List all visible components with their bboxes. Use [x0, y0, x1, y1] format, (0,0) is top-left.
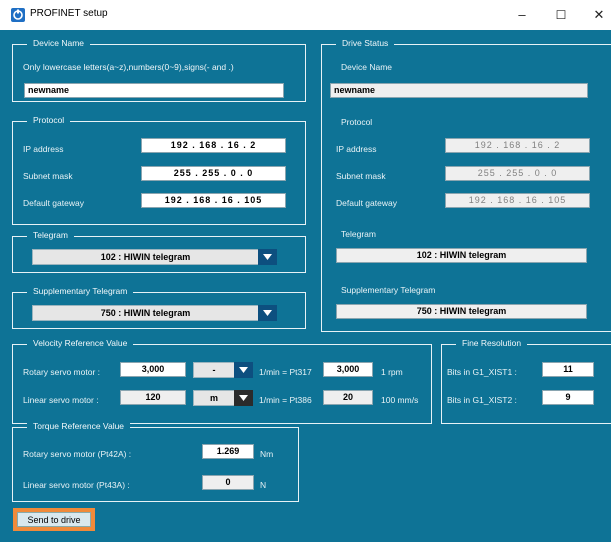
telegram-legend: Telegram [27, 230, 74, 240]
status-gateway-value: 192 . 168 . 16 . 105 [445, 193, 590, 208]
supplementary-telegram-select[interactable]: 750 : HIWIN telegram [32, 305, 277, 321]
torque-panel: Torque Reference Value Rotary servo moto… [12, 421, 299, 502]
velocity-rotary-unit: 1 rpm [381, 367, 403, 377]
torque-legend: Torque Reference Value [27, 421, 131, 431]
status-protocol-label: Protocol [341, 117, 373, 127]
protocol-legend: Protocol [27, 115, 71, 125]
status-device-name-value: newname [330, 83, 588, 98]
device-name-input[interactable]: newname [24, 83, 284, 98]
velocity-linear-label: Linear servo motor : [23, 395, 99, 405]
chevron-down-icon[interactable] [234, 362, 253, 378]
status-supp-telegram-label: Supplementary Telegram [341, 285, 436, 295]
subnet-mask-input[interactable]: 255 . 255 . 0 . 0 [141, 166, 286, 181]
status-device-name-label: Device Name [341, 62, 393, 72]
torque-rotary-label: Rotary servo motor (Pt42A) : [23, 449, 132, 459]
device-name-legend: Device Name [27, 38, 91, 48]
dialog-body: Device Name Only lowercase letters(a~z),… [0, 30, 611, 542]
chevron-down-icon[interactable] [258, 249, 277, 265]
torque-rotary-unit: Nm [260, 449, 274, 459]
velocity-linear-input: 120 [120, 390, 186, 405]
xist2-label: Bits in G1_XIST2 : [447, 395, 517, 405]
velocity-linear-unit: 100 mm/s [381, 395, 419, 405]
velocity-panel: Velocity Reference Value Rotary servo mo… [12, 338, 432, 424]
xist2-input[interactable]: 9 [542, 390, 594, 405]
send-to-drive-highlight: Send to drive [13, 508, 95, 531]
chevron-down-icon [234, 390, 253, 406]
default-gateway-input[interactable]: 192 . 168 . 16 . 105 [141, 193, 286, 208]
velocity-linear-unit-select: m [193, 390, 253, 406]
chevron-down-icon[interactable] [258, 305, 277, 321]
status-mask-label: Subnet mask [336, 171, 386, 181]
status-gateway-label: Default gateway [336, 198, 397, 208]
velocity-rotary-unit-value: - [212, 365, 216, 375]
velocity-legend: Velocity Reference Value [27, 338, 134, 348]
status-ip-label: IP address [336, 144, 377, 154]
profinet-setup-window: PROFINET setup – ☐ ✕ Device Name Only lo… [0, 0, 611, 542]
velocity-rotary-label: Rotary servo motor : [23, 367, 100, 377]
xist1-input[interactable]: 11 [542, 362, 594, 377]
ip-address-label: IP address [23, 144, 64, 154]
protocol-panel: Protocol IP address 192 . 168 . 16 . 2 S… [12, 115, 306, 225]
status-mask-value: 255 . 255 . 0 . 0 [445, 166, 590, 181]
subnet-mask-label: Subnet mask [23, 171, 73, 181]
telegram-panel: Telegram 102 : HIWIN telegram [12, 230, 306, 273]
supplementary-telegram-select-value: 750 : HIWIN telegram [100, 308, 191, 318]
title-bar: PROFINET setup – ☐ ✕ [0, 0, 611, 31]
supplementary-telegram-panel: Supplementary Telegram 750 : HIWIN teleg… [12, 286, 306, 329]
torque-linear-unit: N [260, 480, 267, 490]
window-title: PROFINET setup [30, 8, 108, 19]
status-telegram-label: Telegram [341, 229, 376, 239]
status-supp-telegram-value: 750 : HIWIN telegram [336, 304, 587, 319]
status-telegram-value: 102 : HIWIN telegram [336, 248, 587, 263]
drive-status-legend: Drive Status [336, 38, 395, 48]
ip-address-input[interactable]: 192 . 168 . 16 . 2 [141, 138, 286, 153]
velocity-linear-eq: 1/min = Pt386 [259, 395, 312, 405]
velocity-rotary-input[interactable]: 3,000 [120, 362, 186, 377]
default-gateway-label: Default gateway [23, 198, 84, 208]
drive-status-panel: Drive Status Device Name newname Protoco… [321, 38, 611, 332]
velocity-linear-unit-value: m [209, 393, 218, 403]
app-icon [11, 8, 25, 22]
torque-rotary-input[interactable]: 1.269 [202, 444, 254, 459]
minimize-button[interactable]: – [507, 5, 537, 25]
telegram-select[interactable]: 102 : HIWIN telegram [32, 249, 277, 265]
velocity-rotary-param[interactable]: 3,000 [323, 362, 373, 377]
send-to-drive-button[interactable]: Send to drive [17, 512, 91, 527]
torque-linear-label: Linear servo motor (Pt43A) : [23, 480, 130, 490]
velocity-rotary-eq: 1/min = Pt317 [259, 367, 312, 377]
xist1-label: Bits in G1_XIST1 : [447, 367, 517, 377]
fine-resolution-legend: Fine Resolution [456, 338, 528, 348]
velocity-linear-param: 20 [323, 390, 373, 405]
device-name-panel: Device Name Only lowercase letters(a~z),… [12, 38, 306, 102]
telegram-select-value: 102 : HIWIN telegram [100, 252, 191, 262]
maximize-button[interactable]: ☐ [546, 5, 576, 25]
fine-resolution-panel: Fine Resolution Bits in G1_XIST1 : 11 Bi… [441, 338, 611, 424]
device-name-hint: Only lowercase letters(a~z),numbers(0~9)… [23, 62, 234, 72]
close-button[interactable]: ✕ [584, 5, 611, 25]
supplementary-telegram-legend: Supplementary Telegram [27, 286, 134, 296]
status-ip-value: 192 . 168 . 16 . 2 [445, 138, 590, 153]
velocity-rotary-unit-select[interactable]: - [193, 362, 253, 378]
torque-linear-input: 0 [202, 475, 254, 490]
